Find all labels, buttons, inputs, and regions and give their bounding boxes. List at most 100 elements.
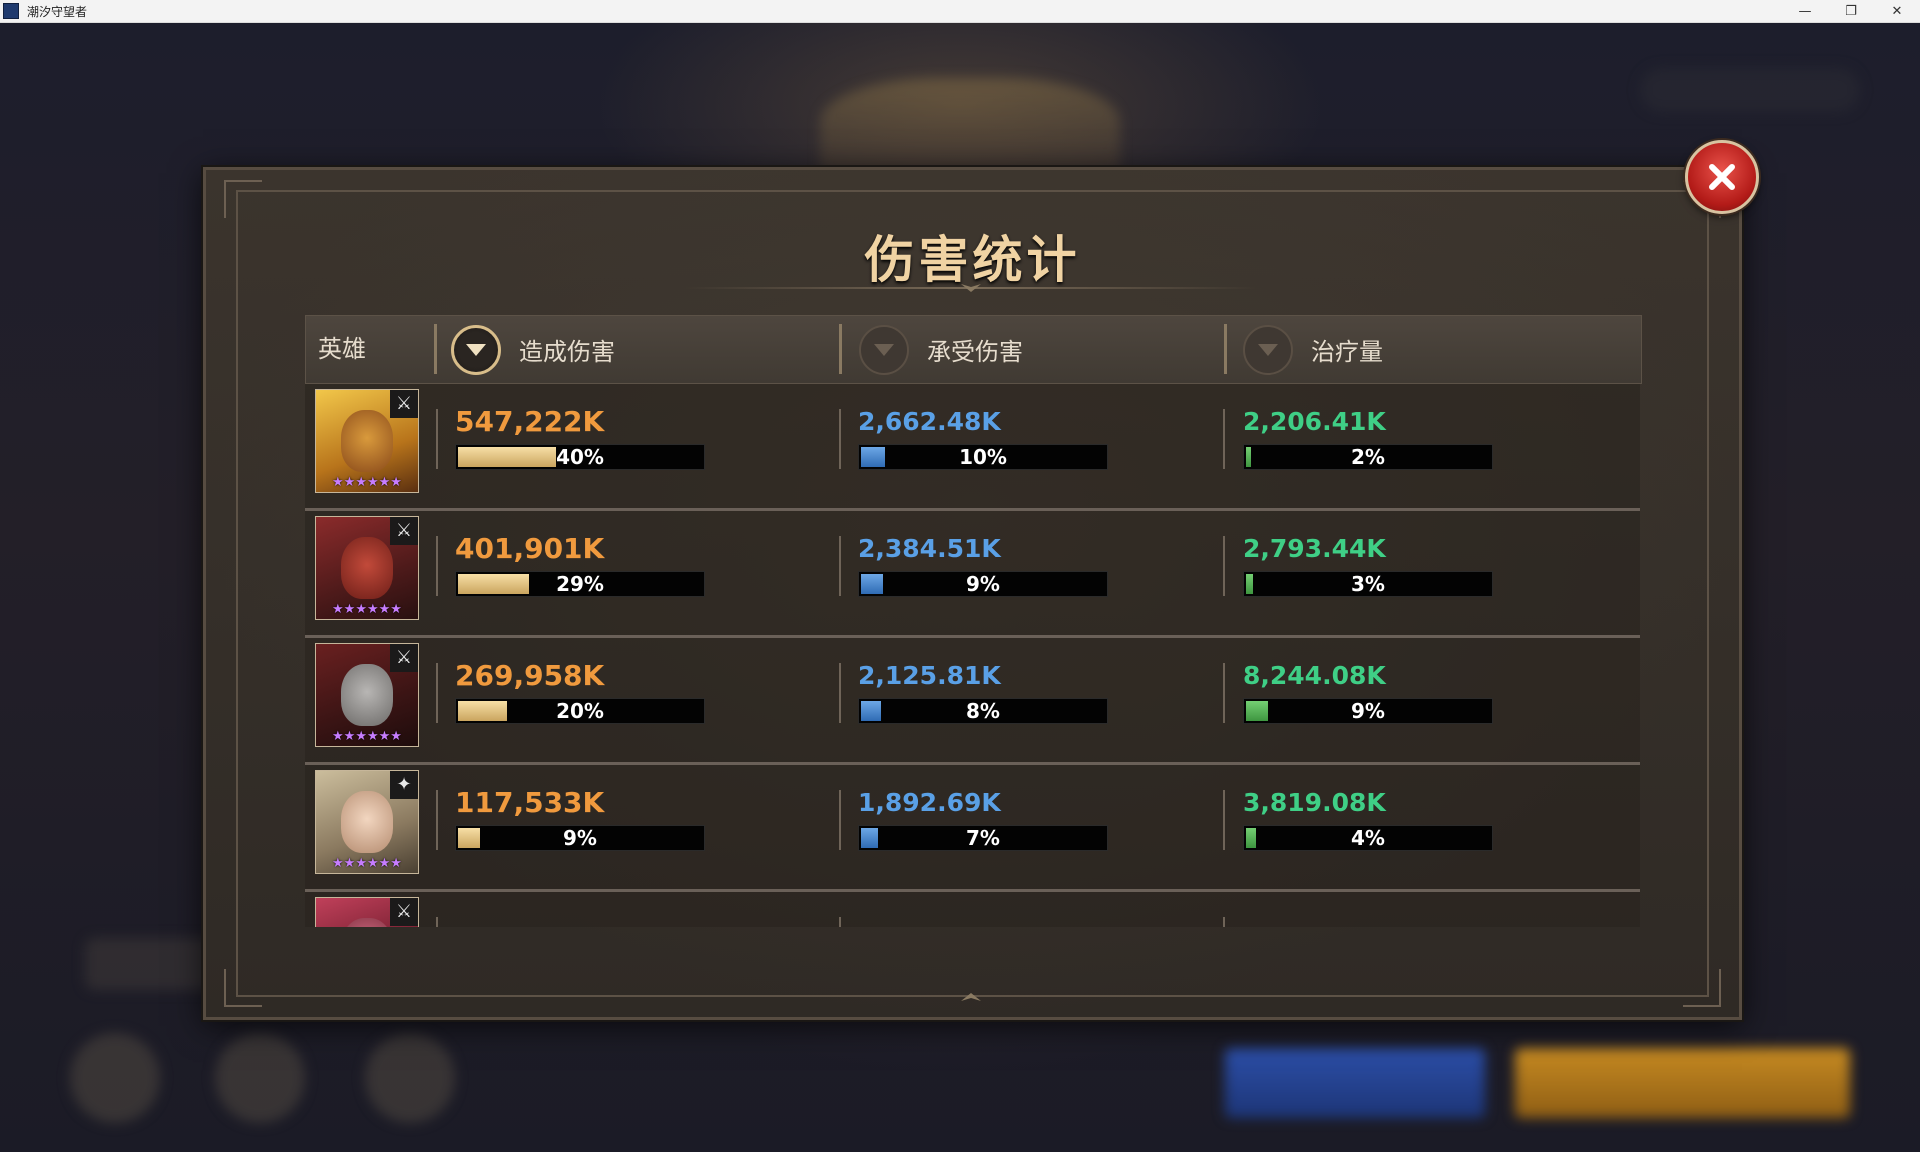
row-divider xyxy=(1223,536,1225,596)
chevron-down-icon xyxy=(466,343,486,356)
damage-dealt-percent: 9% xyxy=(563,826,597,850)
row-divider xyxy=(839,536,841,596)
background-nav-icon xyxy=(365,1033,455,1123)
background-nav-icon xyxy=(215,1033,305,1123)
star-rating: ★★★★★★ xyxy=(332,475,402,490)
table-row[interactable]: ⚔ ★★★★★★ 401,901K 29% 2,384.51K 9% 2,793.44K 3% xyxy=(305,511,1640,638)
row-divider xyxy=(1223,917,1225,927)
damage-taken-cell: 2,125.81K 8% xyxy=(858,660,1108,724)
header-divider xyxy=(434,324,437,374)
damage-taken-value: 2,662.48K xyxy=(858,407,1001,436)
damage-taken-cell: 2,662.48K 10% xyxy=(858,406,1108,470)
table-header: 英雄 造成伤害 承受伤害 治疗量 xyxy=(305,315,1642,384)
stats-list[interactable]: ⚔ ★★★★★★ 547,222K 40% 2,662.48K 10% 2,206.41K 2… xyxy=(305,384,1640,927)
healing-cell: 8,244.08K 9% xyxy=(1243,660,1493,724)
damage-taken-bar: 9% xyxy=(858,571,1108,597)
damage-taken-value: 1,892.69K xyxy=(858,788,1001,817)
table-row[interactable]: ⚔ ★★★★★★ 269,958K 20% 2,125.81K 8% 8,244.08K 9% xyxy=(305,638,1640,765)
chevron-down-icon xyxy=(1258,343,1278,356)
star-rating: ★★★★★★ xyxy=(332,602,402,617)
header-label: 造成伤害 xyxy=(519,338,615,366)
damage-dealt-percent: 40% xyxy=(556,445,604,469)
background-gold-button xyxy=(1515,1048,1850,1118)
row-divider xyxy=(839,663,841,723)
damage-dealt-bar: 40% xyxy=(455,444,705,470)
healing-percent: 2% xyxy=(1351,445,1385,469)
sort-damage-taken-button[interactable] xyxy=(859,324,909,375)
healing-cell: 2,793.44K 3% xyxy=(1243,533,1493,597)
hero-face xyxy=(341,791,393,853)
row-divider xyxy=(436,536,438,596)
row-divider xyxy=(839,917,841,927)
table-row[interactable]: ✦ ★★★★★★ 117,533K 9% 1,892.69K 7% 3,819.08K 4% xyxy=(305,765,1640,892)
damage-taken-cell: 2,384.51K 9% xyxy=(858,533,1108,597)
damage-dealt-value: 401,901K xyxy=(455,532,605,565)
damage-taken-percent: 10% xyxy=(959,445,1007,469)
hero-portrait[interactable]: ⚔ ★★★★★★ xyxy=(315,516,419,620)
app-icon xyxy=(3,3,19,19)
header-damage-taken[interactable]: 承受伤害 xyxy=(859,316,1023,383)
hero-face xyxy=(341,410,393,472)
row-divider xyxy=(436,917,438,927)
sword-icon: ⚔ xyxy=(390,390,418,418)
background-blue-button xyxy=(1225,1048,1485,1118)
hero-face xyxy=(341,537,393,599)
chevron-down-icon xyxy=(874,343,894,356)
header-healing[interactable]: 治疗量 xyxy=(1243,316,1383,383)
damage-dealt-bar: 20% xyxy=(455,698,705,724)
damage-taken-bar: 10% xyxy=(858,444,1108,470)
header-divider xyxy=(1224,324,1227,374)
hero-portrait[interactable]: ✦ ★★★★★★ xyxy=(315,770,419,874)
frame-corner xyxy=(224,969,262,1007)
hero-portrait[interactable]: ⚔ xyxy=(315,897,419,927)
healing-value: 8,244.08K xyxy=(1243,661,1386,690)
ornament-icon xyxy=(961,993,981,1001)
damage-taken-percent: 8% xyxy=(966,699,1000,723)
healing-value: 2,206.41K xyxy=(1243,407,1386,436)
damage-taken-percent: 9% xyxy=(966,572,1000,596)
window-close-button[interactable]: ✕ xyxy=(1874,0,1920,22)
row-divider xyxy=(839,409,841,469)
row-divider xyxy=(1223,790,1225,850)
header-label: 承受伤害 xyxy=(927,338,1023,366)
star-rating: ★★★★★★ xyxy=(332,856,402,871)
damage-dealt-percent: 29% xyxy=(556,572,604,596)
damage-taken-percent: 7% xyxy=(966,826,1000,850)
row-divider xyxy=(1223,409,1225,469)
hero-portrait[interactable]: ⚔ ★★★★★★ xyxy=(315,389,419,493)
healing-cell: 3,819.08K 4% xyxy=(1243,787,1493,851)
sword-icon: ⚔ xyxy=(390,517,418,545)
healing-bar: 4% xyxy=(1243,825,1493,851)
damage-taken-cell: 1,892.69K 7% xyxy=(858,787,1108,851)
sort-damage-dealt-button[interactable] xyxy=(451,324,501,375)
close-button[interactable] xyxy=(1685,140,1759,214)
damage-dealt-bar: 9% xyxy=(455,825,705,851)
background-resource-bar xyxy=(1640,68,1860,112)
damage-dealt-cell: 401,901K 29% xyxy=(455,533,705,597)
frame-corner xyxy=(224,180,262,218)
ornament-icon xyxy=(961,284,981,292)
healing-percent: 3% xyxy=(1351,572,1385,596)
damage-dealt-cell: 269,958K 20% xyxy=(455,660,705,724)
staff-icon: ✦ xyxy=(390,771,418,799)
restore-button[interactable]: ❐ xyxy=(1828,0,1874,22)
damage-dealt-percent: 20% xyxy=(556,699,604,723)
background-nav-icon xyxy=(70,1033,160,1123)
sort-healing-button[interactable] xyxy=(1243,324,1293,375)
table-row[interactable]: ⚔ ★★★★★★ 547,222K 40% 2,662.48K 10% 2,206.41K 2… xyxy=(305,384,1640,511)
star-rating: ★★★★★★ xyxy=(332,729,402,744)
close-icon xyxy=(1709,164,1735,190)
table-row[interactable]: ⚔ xyxy=(305,892,1640,927)
minimize-button[interactable]: — xyxy=(1782,0,1828,22)
window-titlebar: 潮汐守望者 — ❐ ✕ xyxy=(0,0,1920,23)
damage-taken-value: 2,125.81K xyxy=(858,661,1001,690)
header-damage-dealt[interactable]: 造成伤害 xyxy=(451,316,615,383)
healing-cell: 2,206.41K 2% xyxy=(1243,406,1493,470)
damage-dealt-value: 547,222K xyxy=(455,405,605,438)
row-divider xyxy=(436,790,438,850)
hero-face xyxy=(341,918,393,927)
damage-dealt-bar: 29% xyxy=(455,571,705,597)
hero-portrait[interactable]: ⚔ ★★★★★★ xyxy=(315,643,419,747)
damage-taken-bar: 8% xyxy=(858,698,1108,724)
damage-dealt-cell: 547,222K 40% xyxy=(455,406,705,470)
